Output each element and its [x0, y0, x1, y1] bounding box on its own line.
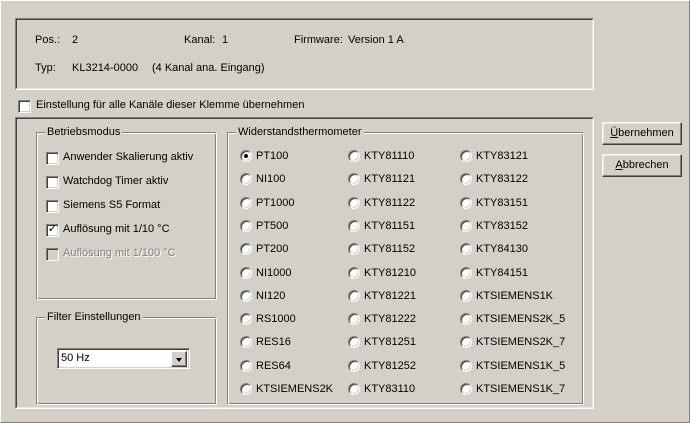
cancel-button-label: bbrechen	[622, 159, 669, 171]
radio-label[interactable]: KTY81110	[364, 149, 414, 163]
typ-value: KL3214-0000	[72, 62, 139, 74]
radio-label[interactable]: KTSIEMENS1K_5	[476, 359, 565, 373]
radio-label[interactable]: KTY81151	[364, 219, 415, 233]
betriebsmodus-title: Betriebsmodus	[45, 125, 123, 139]
chevron-down-icon[interactable]	[171, 351, 187, 367]
radio-pt100[interactable]	[240, 150, 252, 162]
mode-option-label[interactable]: Auflösung mit 1/10 °C	[63, 222, 170, 236]
apply-button-label: bernehmen	[618, 127, 674, 139]
radio-kty84151[interactable]	[460, 266, 472, 279]
firmware-value: Version 1 A	[348, 34, 404, 46]
radio-res64[interactable]	[240, 359, 252, 372]
radio-ni1000[interactable]	[240, 266, 252, 279]
pos-value: 2	[72, 34, 79, 46]
radio-label[interactable]: KTSIEMENS1K_7	[476, 382, 565, 396]
radio-kty81252[interactable]	[348, 359, 360, 372]
radio-kty81110[interactable]	[348, 150, 360, 162]
radio-ktsiemens1k[interactable]	[460, 289, 472, 302]
radio-ktsiemens2k-5[interactable]	[460, 313, 472, 326]
mode-option-label[interactable]: Siemens S5 Format	[63, 198, 160, 212]
mode-option-label: Auflösung mit 1/100 °C	[63, 247, 176, 259]
radio-ni120[interactable]	[240, 289, 252, 302]
radio-kty81122[interactable]	[348, 196, 360, 209]
radio-pt500[interactable]	[240, 219, 252, 232]
firmware-label: Firmware:	[294, 34, 343, 46]
radio-kty83151[interactable]	[460, 196, 472, 209]
radio-label[interactable]: PT200	[256, 242, 288, 256]
radio-label[interactable]: KTY83151	[476, 196, 528, 210]
apply-all-checkbox[interactable]	[18, 100, 31, 113]
filter-select[interactable]: 50 Hz	[57, 348, 190, 369]
radio-label[interactable]: KTY81222	[364, 312, 416, 326]
apply-button-mnemonic: Ü	[610, 127, 619, 139]
filter-select-value: 50 Hz	[61, 352, 90, 364]
mode-checkbox[interactable]: ✓	[46, 223, 59, 237]
radio-label[interactable]: KTY81152	[364, 242, 415, 256]
radio-label[interactable]: RES64	[256, 359, 291, 373]
radio-label[interactable]: KTY81252	[364, 359, 416, 373]
radio-ktsiemens2k[interactable]	[240, 383, 252, 395]
radio-label[interactable]: NI120	[256, 289, 285, 303]
radio-label[interactable]: PT100	[256, 149, 288, 163]
radio-kty81222[interactable]	[348, 313, 360, 326]
radio-ktsiemens1k-5[interactable]	[460, 359, 472, 372]
radio-label[interactable]: KTSIEMENS2K_5	[476, 312, 565, 326]
radio-label[interactable]: KTY81251	[364, 335, 416, 349]
radio-label[interactable]: RES16	[256, 335, 291, 349]
radio-label[interactable]: KTSIEMENS2K_7	[476, 335, 565, 349]
radio-label[interactable]: KTY83122	[476, 172, 528, 186]
radio-label[interactable]: KTY84130	[476, 242, 528, 256]
radio-dot-icon	[244, 154, 248, 158]
radio-label[interactable]: KTY83110	[364, 382, 415, 396]
radio-label[interactable]: RS1000	[256, 312, 296, 326]
mode-checkbox[interactable]	[46, 152, 59, 165]
radio-kty81151[interactable]	[348, 219, 360, 232]
pos-label: Pos.:	[35, 34, 61, 46]
apply-button[interactable]: Übernehmen	[602, 122, 682, 145]
kanal-value: 1	[222, 34, 229, 46]
kanal-label: Kanal:	[184, 34, 216, 46]
mode-checkbox[interactable]	[46, 176, 59, 189]
typ-label: Typ:	[35, 62, 56, 74]
checkmark-icon: ✓	[47, 223, 58, 235]
filter-title: Filter Einstellungen	[45, 310, 143, 324]
widerstand-title: Widerstandsthermometer	[236, 125, 364, 139]
radio-ktsiemens1k-7[interactable]	[460, 383, 472, 395]
mode-checkbox	[46, 248, 59, 261]
radio-label[interactable]: KTY83121	[476, 149, 528, 163]
radio-label[interactable]: KTSIEMENS1K	[476, 289, 553, 303]
radio-label[interactable]: KTY81210	[364, 266, 416, 280]
radio-kty83110[interactable]	[348, 383, 360, 395]
cancel-button[interactable]: Abbrechen	[602, 154, 682, 177]
radio-label[interactable]: NI100	[256, 172, 285, 186]
radio-label[interactable]: KTY83152	[476, 219, 528, 233]
info-panel	[15, 18, 594, 90]
radio-kty81221[interactable]	[348, 289, 360, 302]
typ-description: (4 Kanal ana. Eingang)	[152, 62, 265, 74]
radio-label[interactable]: KTSIEMENS2K	[256, 382, 333, 396]
radio-rs1000[interactable]	[240, 313, 252, 326]
mode-option-label[interactable]: Anwender Skalierung aktiv	[63, 150, 193, 164]
radio-label[interactable]: KTY81121	[364, 172, 415, 186]
mode-checkbox[interactable]	[46, 200, 59, 213]
mode-option-label[interactable]: Watchdog Timer aktiv	[63, 174, 168, 188]
radio-label[interactable]: PT1000	[256, 196, 295, 210]
radio-label[interactable]: KTY84151	[476, 266, 528, 280]
cancel-button-mnemonic: A	[615, 159, 623, 171]
radio-kty83121[interactable]	[460, 150, 472, 162]
radio-label[interactable]: NI1000	[256, 266, 291, 280]
radio-kty81210[interactable]	[348, 266, 360, 279]
apply-all-label[interactable]: Einstellung für alle Kanäle dieser Klemm…	[36, 98, 304, 112]
radio-kty83152[interactable]	[460, 219, 472, 232]
radio-label[interactable]: PT500	[256, 219, 288, 233]
radio-pt1000[interactable]	[240, 196, 252, 209]
radio-label[interactable]: KTY81122	[364, 196, 415, 210]
radio-label[interactable]: KTY81221	[364, 289, 416, 303]
